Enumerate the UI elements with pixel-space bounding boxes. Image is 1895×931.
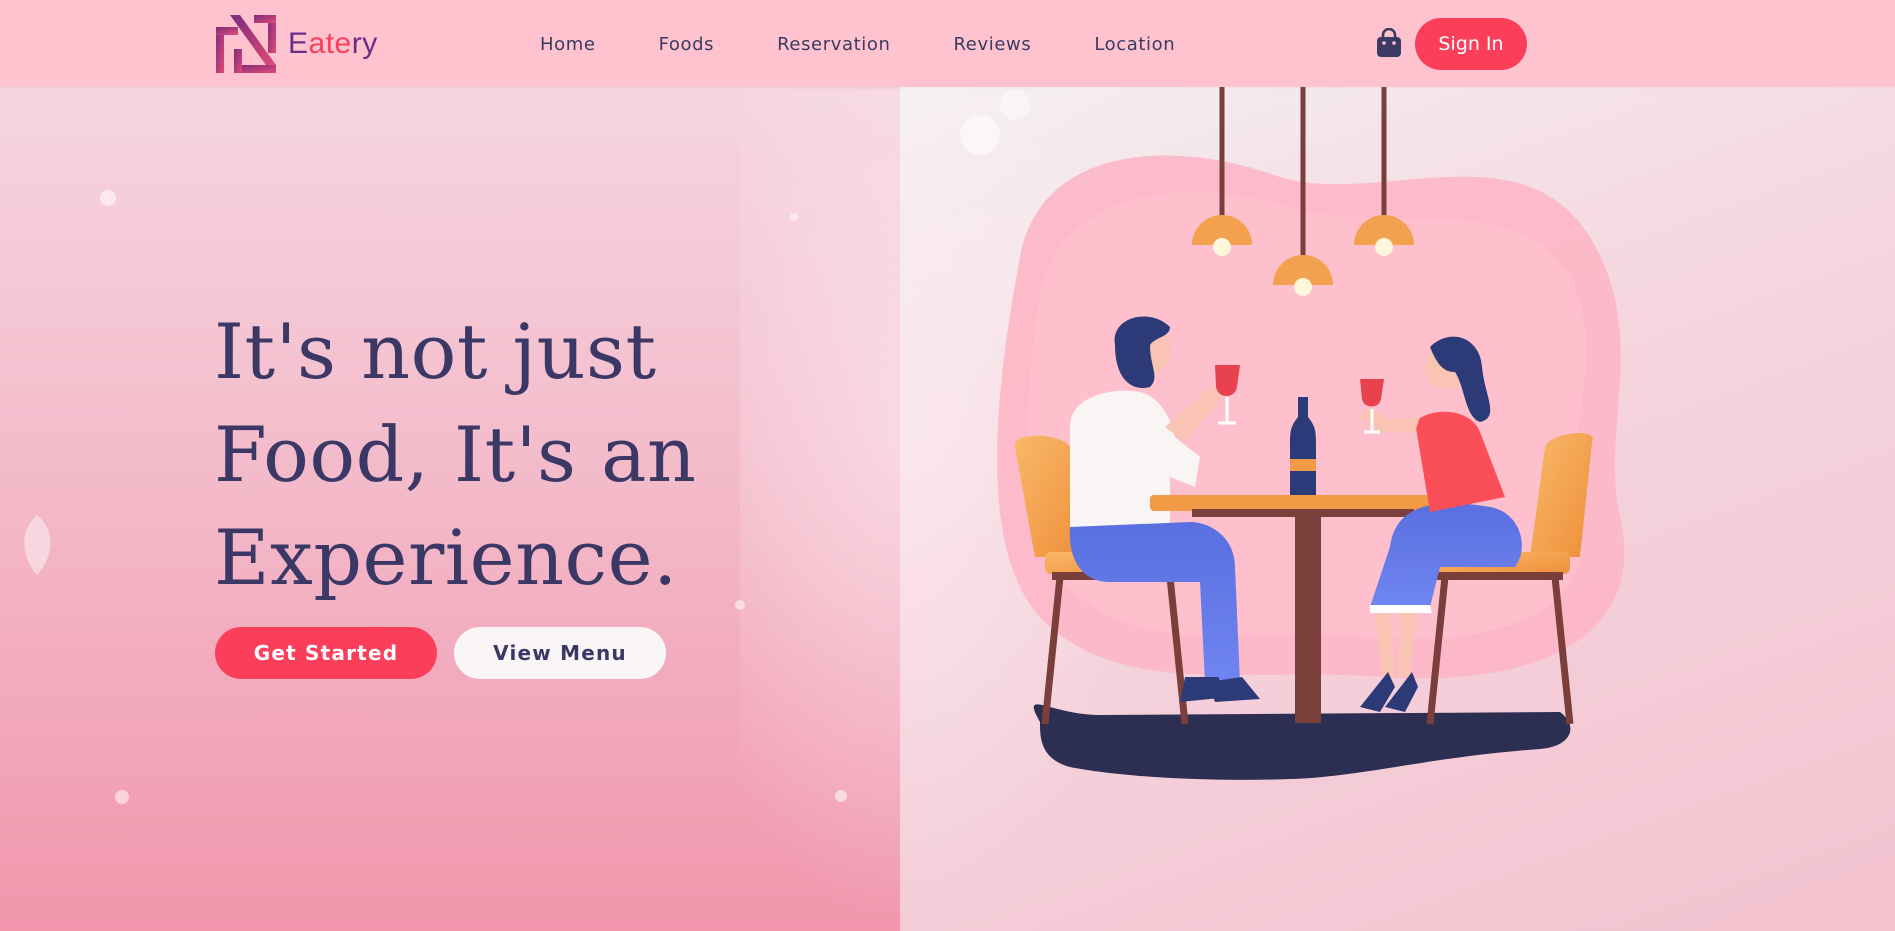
main-nav: Home Foods Reservation Reviews Location <box>540 28 1238 62</box>
nav-item-reservation[interactable]: Reservation <box>777 28 890 62</box>
bokeh-dot <box>100 190 116 206</box>
bokeh-dot <box>835 790 847 802</box>
bokeh-dot <box>115 790 129 804</box>
sign-in-button[interactable]: Sign In <box>1415 18 1527 70</box>
leaf-decoration-icon <box>24 515 51 575</box>
logo-mark-icon <box>216 15 276 73</box>
brand-name: Eatery <box>288 27 378 60</box>
shopping-bag-icon[interactable] <box>1375 28 1403 58</box>
nav-item-reviews[interactable]: Reviews <box>954 28 1032 62</box>
nav-item-foods[interactable]: Foods <box>659 28 715 62</box>
site-header: Eatery Home Foods Reservation Reviews Lo… <box>0 0 1895 87</box>
dining-couple-illustration <box>997 87 1625 780</box>
brand-logo[interactable]: Eatery <box>214 13 378 75</box>
nav-item-home[interactable]: Home <box>540 28 596 62</box>
view-menu-button[interactable]: View Menu <box>454 627 666 679</box>
get-started-button[interactable]: Get Started <box>215 627 437 679</box>
nav-item-location[interactable]: Location <box>1094 28 1175 62</box>
hero-headline: It's not just Food, It's an Experience. <box>214 307 697 602</box>
bokeh-dot <box>790 213 798 221</box>
